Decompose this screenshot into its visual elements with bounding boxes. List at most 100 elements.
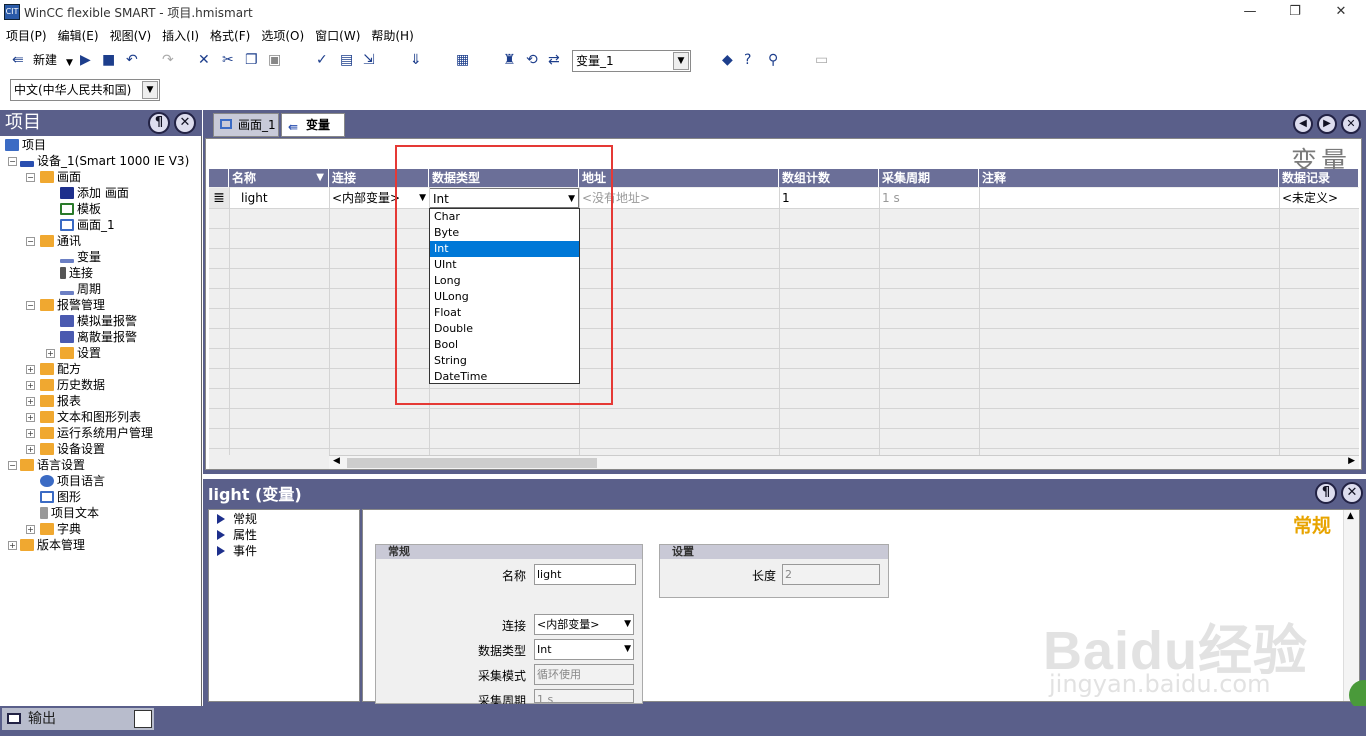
tree-item-graphics[interactable]: 图形 (40, 489, 81, 505)
new-button[interactable]: 新建 (33, 52, 57, 68)
expand-icon[interactable]: + (8, 541, 17, 550)
tree-item-discrete-alarms[interactable]: 离散量报警 (60, 329, 137, 345)
menu-window[interactable]: 窗口(W) (309, 24, 365, 44)
horizontal-scrollbar[interactable]: ◀ ▶ (329, 455, 1359, 469)
menu-edit[interactable]: 编辑(E) (52, 24, 104, 44)
open-icon[interactable]: ▶ (80, 52, 91, 68)
tab-screen-1[interactable]: 画面_1 (213, 113, 279, 137)
close-button[interactable]: ✕ (1319, 2, 1363, 22)
scrollbar-thumb[interactable] (347, 458, 597, 468)
expand-icon[interactable]: + (26, 397, 35, 406)
cell-array-count[interactable]: 1 (779, 188, 879, 208)
vertical-scrollbar[interactable]: ▲ (1343, 510, 1359, 701)
prev-tab-icon[interactable]: ◀ (1293, 114, 1313, 134)
grid-icon[interactable] (134, 710, 152, 728)
context-help-icon[interactable]: ⚲ (768, 52, 778, 68)
output-tab[interactable]: 输出 (2, 708, 154, 730)
cell-comment[interactable] (979, 188, 1279, 208)
tree-item-alarm-management[interactable]: 报警管理 (40, 297, 105, 313)
nav-general[interactable]: 常规 (209, 511, 359, 527)
transfer-icon[interactable]: ⇲ (363, 52, 375, 68)
delete-icon[interactable]: ✕ (198, 52, 210, 68)
menu-options[interactable]: 选项(O) (255, 24, 309, 44)
menu-format[interactable]: 格式(F) (204, 24, 255, 44)
find-icon[interactable]: ♜ (503, 52, 516, 68)
tree-item-project-languages[interactable]: 项目语言 (40, 473, 105, 489)
new-dropdown-icon[interactable]: ▼ (66, 55, 73, 71)
hierarchy-icon[interactable]: ▦ (456, 52, 469, 68)
close-panel-icon[interactable]: ✕ (174, 112, 196, 134)
collapse-icon[interactable]: − (26, 301, 35, 310)
row-selector-icon[interactable]: ≣ (209, 188, 229, 208)
save-icon[interactable]: ■ (102, 52, 115, 68)
expand-icon[interactable]: + (26, 429, 35, 438)
new-icon[interactable]: ⇚ (12, 52, 24, 68)
tree-item-language-settings[interactable]: 语言设置 (20, 457, 85, 473)
tree-item-add-screen[interactable]: 添加 画面 (60, 185, 129, 201)
expand-icon[interactable]: + (26, 445, 35, 454)
nav-properties[interactable]: 属性 (209, 527, 359, 543)
cell-logging[interactable]: <未定义> (1279, 188, 1359, 208)
cut-icon[interactable]: ✂ (222, 52, 234, 68)
column-header-name[interactable]: 名称 ▼ (229, 169, 329, 187)
object-combo[interactable]: 变量_1 ▼ (572, 50, 691, 72)
acquisition-cycle-field[interactable]: 1 s (534, 689, 634, 703)
pin-icon[interactable]: ¶ (148, 112, 170, 134)
download-icon[interactable]: ⇓ (410, 52, 422, 68)
book-icon[interactable]: ◆ (722, 52, 733, 68)
help-icon[interactable]: ? (744, 52, 751, 68)
cross-ref-icon[interactable]: ⇄ (548, 52, 560, 68)
tree-item-cycles[interactable]: 周期 (60, 281, 101, 297)
expand-icon[interactable]: + (26, 413, 35, 422)
paste-icon[interactable]: ▣ (268, 52, 281, 68)
tree-item-screen-1[interactable]: 画面_1 (60, 217, 115, 233)
pin-icon[interactable]: ¶ (1315, 482, 1337, 504)
cell-name[interactable]: light (229, 188, 329, 208)
replace-icon[interactable]: ⟲ (526, 52, 538, 68)
menu-view[interactable]: 视图(V) (104, 24, 157, 44)
check-icon[interactable]: ✓ (316, 52, 328, 68)
tree-item-runtime-users[interactable]: 运行系统用户管理 (40, 425, 153, 441)
language-combo[interactable]: 中文(中华人民共和国) ▼ (10, 79, 160, 101)
close-editor-icon[interactable]: ✕ (1341, 114, 1361, 134)
compile-icon[interactable]: ▤ (340, 52, 353, 68)
menu-help[interactable]: 帮助(H) (365, 24, 418, 44)
tree-item-recipes[interactable]: 配方 (40, 361, 81, 377)
tab-tags[interactable]: ⇚ 变量 (281, 113, 345, 137)
scroll-up-icon[interactable]: ▲ (1347, 511, 1354, 521)
next-tab-icon[interactable]: ▶ (1317, 114, 1337, 134)
tree-item-communication[interactable]: 通讯 (40, 233, 81, 249)
tree-item-template[interactable]: 模板 (60, 201, 101, 217)
chevron-down-icon[interactable]: ▼ (624, 640, 631, 659)
tree-item-dictionaries[interactable]: 字典 (40, 521, 81, 537)
tree-item-connections[interactable]: 连接 (60, 265, 93, 281)
tree-item-screens[interactable]: 画面 (40, 169, 81, 185)
tree-item-device-settings[interactable]: 设备设置 (40, 441, 105, 457)
tree-item-tags[interactable]: 变量 (60, 249, 101, 265)
tree-item-project-texts[interactable]: 项目文本 (40, 505, 99, 521)
layout-icon[interactable]: ▭ (815, 52, 828, 68)
menu-project[interactable]: 项目(P) (0, 24, 52, 44)
tree-item-historical-data[interactable]: 历史数据 (40, 377, 105, 393)
data-type-select[interactable]: Int ▼ (534, 639, 634, 660)
tree-item-project[interactable]: 项目 (5, 137, 46, 153)
column-header-array-count[interactable]: 数组计数 (779, 169, 879, 187)
expand-icon[interactable]: + (46, 349, 55, 358)
copy-icon[interactable]: ❐ (245, 52, 258, 68)
column-header-acquisition-cycle[interactable]: 采集周期 (879, 169, 979, 187)
cell-acquisition-cycle[interactable]: 1 s (879, 188, 979, 208)
collapse-icon[interactable]: − (8, 157, 17, 166)
acquisition-mode-field[interactable]: 循环使用 (534, 664, 634, 685)
collapse-icon[interactable]: − (8, 461, 17, 470)
scroll-right-icon[interactable]: ▶ (1348, 456, 1355, 466)
chevron-down-icon[interactable]: ▼ (142, 81, 158, 99)
expand-icon[interactable]: + (26, 365, 35, 374)
restore-button[interactable]: ❐ (1273, 2, 1317, 22)
nav-events[interactable]: 事件 (209, 543, 359, 559)
close-properties-icon[interactable]: ✕ (1341, 482, 1363, 504)
expand-icon[interactable]: + (26, 525, 35, 534)
undo-icon[interactable]: ↶ (126, 52, 138, 68)
redo-icon[interactable]: ↷ (162, 52, 174, 68)
tree-item-analog-alarms[interactable]: 模拟量报警 (60, 313, 137, 329)
tree-item-version-management[interactable]: 版本管理 (20, 537, 85, 553)
